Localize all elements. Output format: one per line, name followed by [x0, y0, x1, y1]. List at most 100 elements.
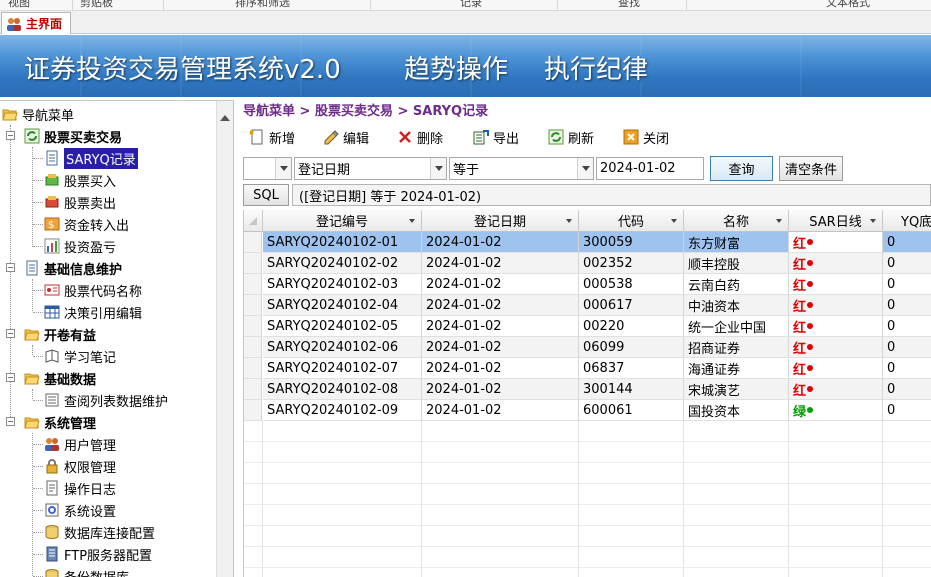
nav-item-sell[interactable]: 股票卖出	[44, 191, 116, 213]
select-all-corner[interactable]	[244, 210, 263, 232]
nav-item-users[interactable]: 用户管理	[44, 433, 116, 455]
collapse-icon[interactable]: −	[6, 263, 15, 272]
cell-id[interactable]: SARYQ20240102-09	[263, 400, 422, 421]
cell-date[interactable]: 2024-01-02	[422, 379, 579, 400]
refresh-button[interactable]: 刷新	[548, 126, 594, 148]
table-row[interactable]: SARYQ20240102-01 2024-01-02 300059 东方财富 红 0	[244, 232, 931, 253]
cell-code[interactable]: 600061	[579, 400, 684, 421]
table-row[interactable]: SARYQ20240102-07 2024-01-02 06837 海通证券 红 0	[244, 358, 931, 379]
cell-sar[interactable]: 绿	[789, 400, 883, 421]
cell-code[interactable]: 06099	[579, 337, 684, 358]
cell-date[interactable]: 2024-01-02	[422, 295, 579, 316]
collapse-icon[interactable]: −	[6, 373, 15, 382]
cell-sar[interactable]: 红	[789, 379, 883, 400]
filter-value-input[interactable]: 2024-01-02	[596, 157, 704, 180]
row-indicator[interactable]	[244, 232, 262, 253]
cell-date[interactable]: 2024-01-02	[422, 253, 579, 274]
nav-item-settings[interactable]: 系统设置	[44, 499, 116, 521]
export-button[interactable]: 导出	[473, 126, 519, 148]
cell-id[interactable]: SARYQ20240102-08	[263, 379, 422, 400]
nav-item-transfer[interactable]: $ 资金转入出	[44, 213, 129, 235]
cell-yq[interactable]: 0	[883, 232, 931, 253]
column-header-id[interactable]: 登记编号	[263, 210, 422, 232]
query-button[interactable]: 查询	[710, 156, 773, 181]
table-row[interactable]: SARYQ20240102-09 2024-01-02 600061 国投资本 绿 0	[244, 400, 931, 421]
sort-arrow-icon[interactable]	[566, 219, 572, 223]
cell-name[interactable]: 宋城演艺	[684, 379, 789, 400]
cell-name[interactable]: 国投资本	[684, 400, 789, 421]
cell-yq[interactable]: 0	[883, 253, 931, 274]
nav-item-ftp-config[interactable]: FTP服务器配置	[44, 543, 152, 565]
close-button[interactable]: 关闭	[623, 126, 669, 148]
nav-item-buy[interactable]: 股票买入	[44, 169, 116, 191]
tab-main[interactable]: 主界面	[1, 12, 71, 34]
chevron-down-icon[interactable]	[430, 158, 446, 179]
nav-group-reading[interactable]: 开卷有益	[24, 323, 96, 345]
delete-button[interactable]: 删除	[397, 126, 443, 148]
column-header-name[interactable]: 名称	[684, 210, 789, 232]
cell-date[interactable]: 2024-01-02	[422, 337, 579, 358]
nav-item-db-config[interactable]: 数据库连接配置	[44, 521, 155, 543]
cell-name[interactable]: 招商证券	[684, 337, 789, 358]
cell-date[interactable]: 2024-01-02	[422, 316, 579, 337]
ribbon-group-text-format[interactable]: 文本格式	[826, 0, 870, 10]
table-row[interactable]: SARYQ20240102-08 2024-01-02 300144 宋城演艺 红 0	[244, 379, 931, 400]
chevron-down-icon[interactable]	[577, 158, 593, 179]
collapse-icon[interactable]: −	[6, 329, 15, 338]
nav-scrollbar[interactable]	[216, 101, 233, 577]
sort-arrow-icon[interactable]	[409, 219, 415, 223]
row-indicator[interactable]	[244, 295, 262, 316]
edit-button[interactable]: 编辑	[323, 126, 369, 148]
cell-code[interactable]: 300059	[579, 232, 684, 253]
cell-sar[interactable]: 红	[789, 295, 883, 316]
cell-date[interactable]: 2024-01-02	[422, 274, 579, 295]
cell-name[interactable]: 海通证券	[684, 358, 789, 379]
cell-code[interactable]: 00220	[579, 316, 684, 337]
table-row[interactable]: SARYQ20240102-02 2024-01-02 002352 顺丰控股 红 0	[244, 253, 931, 274]
cell-yq[interactable]: 0	[883, 316, 931, 337]
cell-date[interactable]: 2024-01-02	[422, 358, 579, 379]
cell-name[interactable]: 统一企业中国	[684, 316, 789, 337]
collapse-icon[interactable]: −	[6, 131, 15, 140]
cell-id[interactable]: SARYQ20240102-03	[263, 274, 422, 295]
add-button[interactable]: 新增	[249, 126, 295, 148]
nav-item-decision-edit[interactable]: 决策引用编辑	[44, 301, 142, 323]
sort-arrow-icon[interactable]	[870, 219, 876, 223]
table-row[interactable]: SARYQ20240102-05 2024-01-02 00220 统一企业中国 红 0	[244, 316, 931, 337]
cell-name[interactable]: 东方财富	[684, 232, 789, 253]
sort-arrow-icon[interactable]	[776, 219, 782, 223]
cell-sar[interactable]: 红	[789, 358, 883, 379]
cell-yq[interactable]: 0	[883, 274, 931, 295]
column-header-date[interactable]: 登记日期	[422, 210, 579, 232]
nav-item-backup[interactable]: 备份数据库	[44, 565, 129, 577]
row-indicator[interactable]	[244, 274, 262, 295]
row-indicator[interactable]	[244, 253, 262, 274]
nav-item-list-data[interactable]: 查阅列表数据维护	[44, 389, 168, 411]
row-indicator[interactable]	[244, 379, 262, 400]
row-indicator[interactable]	[244, 316, 262, 337]
ribbon-group-clipboard[interactable]: 剪贴板	[80, 0, 113, 10]
ribbon-group-view[interactable]: 视图	[8, 0, 30, 10]
cell-id[interactable]: SARYQ20240102-07	[263, 358, 422, 379]
cell-id[interactable]: SARYQ20240102-05	[263, 316, 422, 337]
cell-code[interactable]: 300144	[579, 379, 684, 400]
cell-sar[interactable]: 红	[789, 253, 883, 274]
row-indicator[interactable]	[244, 337, 262, 358]
cell-id[interactable]: SARYQ20240102-01	[263, 232, 422, 253]
filter-field-select[interactable]: 登记日期	[294, 157, 447, 180]
clear-conditions-button[interactable]: 清空条件	[779, 156, 843, 181]
nav-root[interactable]: 导航菜单	[2, 103, 74, 125]
nav-item-notes[interactable]: 学习笔记	[44, 345, 116, 367]
nav-item-saryq[interactable]: SARYQ记录	[44, 147, 138, 169]
cell-id[interactable]: SARYQ20240102-02	[263, 253, 422, 274]
filter-prefix-select[interactable]	[243, 157, 292, 180]
ribbon-group-records[interactable]: 记录	[460, 0, 482, 10]
column-header-sar[interactable]: SAR日线	[789, 210, 883, 232]
table-row[interactable]: SARYQ20240102-03 2024-01-02 000538 云南白药 红 0	[244, 274, 931, 295]
column-header-code[interactable]: 代码	[579, 210, 684, 232]
ribbon-group-sort[interactable]: 排序和筛选	[235, 0, 290, 10]
cell-sar[interactable]: 红	[789, 274, 883, 295]
collapse-icon[interactable]: −	[6, 417, 15, 426]
nav-group-base-data[interactable]: 基础数据	[24, 367, 96, 389]
cell-name[interactable]: 中油资本	[684, 295, 789, 316]
